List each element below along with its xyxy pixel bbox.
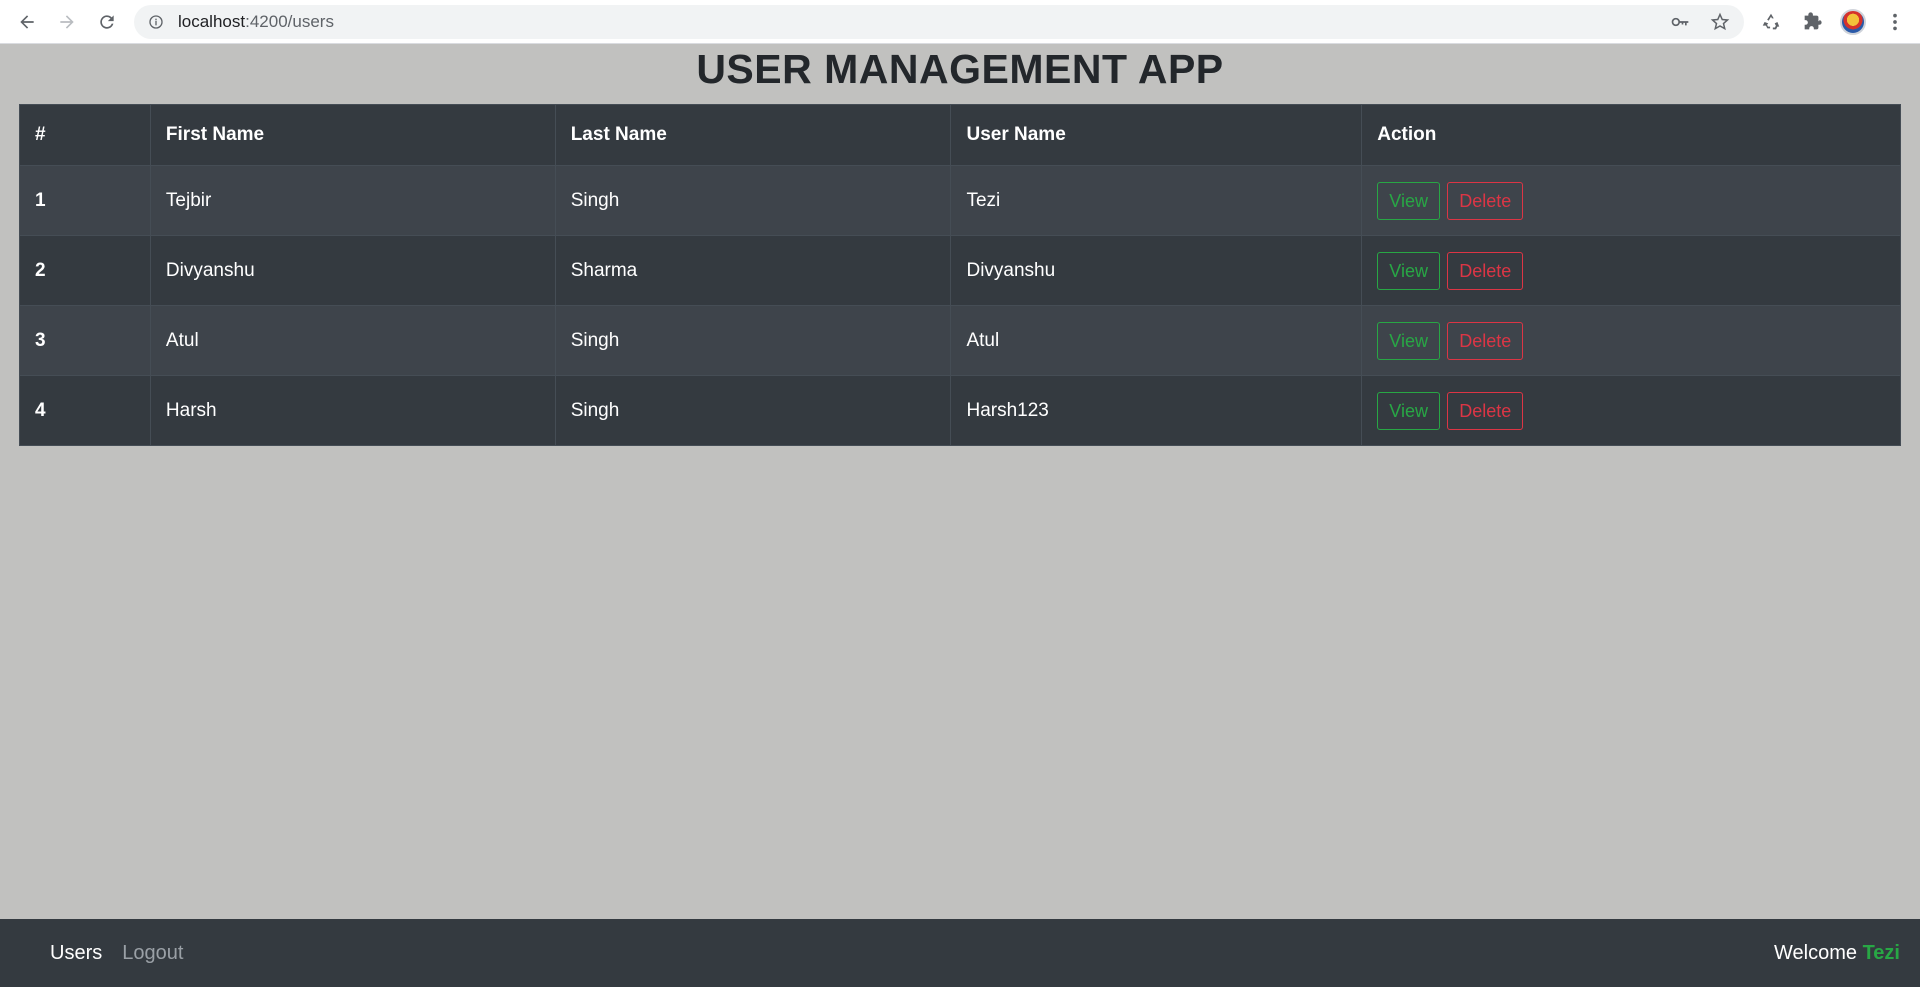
address-bar[interactable]: localhost:4200/users <box>134 5 1744 39</box>
page-title: USER MANAGEMENT APP <box>696 46 1224 92</box>
cell-index: 2 <box>19 235 151 306</box>
cell-last-name: Singh <box>554 305 952 376</box>
cell-first-name: Divyanshu <box>149 235 556 306</box>
more-vertical-icon <box>1893 13 1897 31</box>
cell-last-name: Singh <box>554 165 952 236</box>
browser-toolbar: localhost:4200/users <box>0 0 1920 44</box>
view-button[interactable]: View <box>1377 181 1440 220</box>
reload-button[interactable] <box>87 2 127 42</box>
recycle-icon <box>1762 13 1780 30</box>
avatar <box>1840 9 1866 35</box>
column-header-last-name: Last Name <box>554 104 952 166</box>
cell-index: 1 <box>19 165 151 236</box>
welcome-message: Welcome Tezi <box>1774 942 1900 965</box>
cell-actions: View Delete <box>1361 375 1901 446</box>
footer-navbar: Users Logout Welcome Tezi <box>0 919 1920 987</box>
cell-user-name: Tezi <box>950 165 1363 236</box>
cell-last-name: Singh <box>554 375 952 446</box>
arrow-left-icon <box>20 14 34 29</box>
table-row: 2 Divyanshu Sharma Divyanshu View Delete <box>19 235 1901 306</box>
cell-last-name: Sharma <box>554 235 952 306</box>
key-icon[interactable] <box>1670 12 1690 32</box>
cell-first-name: Atul <box>149 305 556 376</box>
puzzle-icon <box>1804 12 1822 30</box>
view-button[interactable]: View <box>1377 321 1440 360</box>
column-header-first-name: First Name <box>149 104 556 166</box>
info-icon[interactable] <box>148 14 164 30</box>
cell-index: 3 <box>19 305 151 376</box>
view-button[interactable]: View <box>1377 391 1440 430</box>
delete-button[interactable]: Delete <box>1447 181 1524 220</box>
cell-actions: View Delete <box>1361 305 1901 376</box>
view-button[interactable]: View <box>1377 251 1440 290</box>
table-row: 1 Tejbir Singh Tezi View Delete <box>19 165 1901 236</box>
recycle-extension-button[interactable] <box>1760 0 1782 44</box>
column-header-user-name: User Name <box>950 104 1363 166</box>
extensions-button[interactable] <box>1801 0 1823 44</box>
table-row: 4 Harsh Singh Harsh123 View Delete <box>19 375 1901 446</box>
cell-user-name: Harsh123 <box>950 375 1363 446</box>
welcome-username: Tezi <box>1862 941 1900 964</box>
users-table: # First Name Last Name User Name Action … <box>19 104 1901 446</box>
url-text: localhost:4200/users <box>178 12 334 31</box>
delete-button[interactable]: Delete <box>1447 251 1524 290</box>
back-button[interactable] <box>7 2 47 42</box>
table-header-row: # First Name Last Name User Name Action <box>19 104 1901 166</box>
welcome-prefix: Welcome <box>1774 941 1858 964</box>
arrow-right-icon <box>60 14 74 29</box>
reload-icon <box>100 14 114 29</box>
delete-button[interactable]: Delete <box>1447 391 1524 430</box>
cell-first-name: Harsh <box>149 375 556 446</box>
star-icon[interactable] <box>1710 12 1730 32</box>
forward-button[interactable] <box>47 2 87 42</box>
cell-actions: View Delete <box>1361 235 1901 306</box>
delete-button[interactable]: Delete <box>1447 321 1524 360</box>
menu-button[interactable] <box>1884 0 1906 44</box>
cell-index: 4 <box>19 375 151 446</box>
profile-button[interactable] <box>1840 0 1866 44</box>
cell-user-name: Divyanshu <box>950 235 1363 306</box>
cell-actions: View Delete <box>1361 165 1901 236</box>
nav-link-logout[interactable]: Logout <box>122 942 183 965</box>
cell-first-name: Tejbir <box>149 165 556 236</box>
column-header-action: Action <box>1361 104 1901 166</box>
cell-user-name: Atul <box>950 305 1363 376</box>
nav-link-users[interactable]: Users <box>50 942 102 965</box>
table-row: 3 Atul Singh Atul View Delete <box>19 305 1901 376</box>
column-header-index: # <box>19 104 151 166</box>
